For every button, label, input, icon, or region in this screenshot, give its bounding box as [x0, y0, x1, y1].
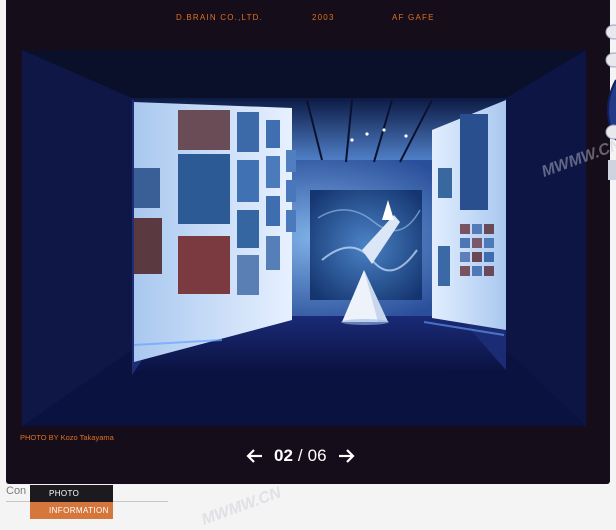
section-menu: PHOTO INFORMATION: [30, 485, 113, 519]
project-year: 2003: [312, 13, 335, 22]
company-name: D.BRAIN CO.,LTD.: [176, 13, 264, 22]
arrow-left-icon[interactable]: [244, 445, 266, 467]
watermark-text: MWMW.CN: [199, 484, 284, 529]
project-name: AF GAFE: [392, 13, 435, 22]
photo-lightbox: D.BRAIN CO.,LTD. 2003 AF GAFE PHOTO BY K…: [6, 0, 610, 484]
total-pages: 06: [307, 446, 327, 465]
menu-item-photo[interactable]: PHOTO: [30, 485, 113, 502]
gallery-photo: [22, 50, 586, 426]
photo-credit: PHOTO BY Kozo Takayama: [20, 433, 114, 442]
page-separator: /: [297, 446, 303, 465]
lightbox-header: D.BRAIN CO.,LTD. 2003 AF GAFE: [6, 13, 610, 23]
page-background-text: Con: [6, 485, 27, 497]
gallery-pager: 02 / 06: [244, 444, 357, 468]
menu-item-information[interactable]: INFORMATION: [30, 502, 113, 519]
arrow-right-icon[interactable]: [335, 445, 357, 467]
background-decoration: [596, 20, 616, 190]
current-page-number: 02: [274, 446, 293, 465]
